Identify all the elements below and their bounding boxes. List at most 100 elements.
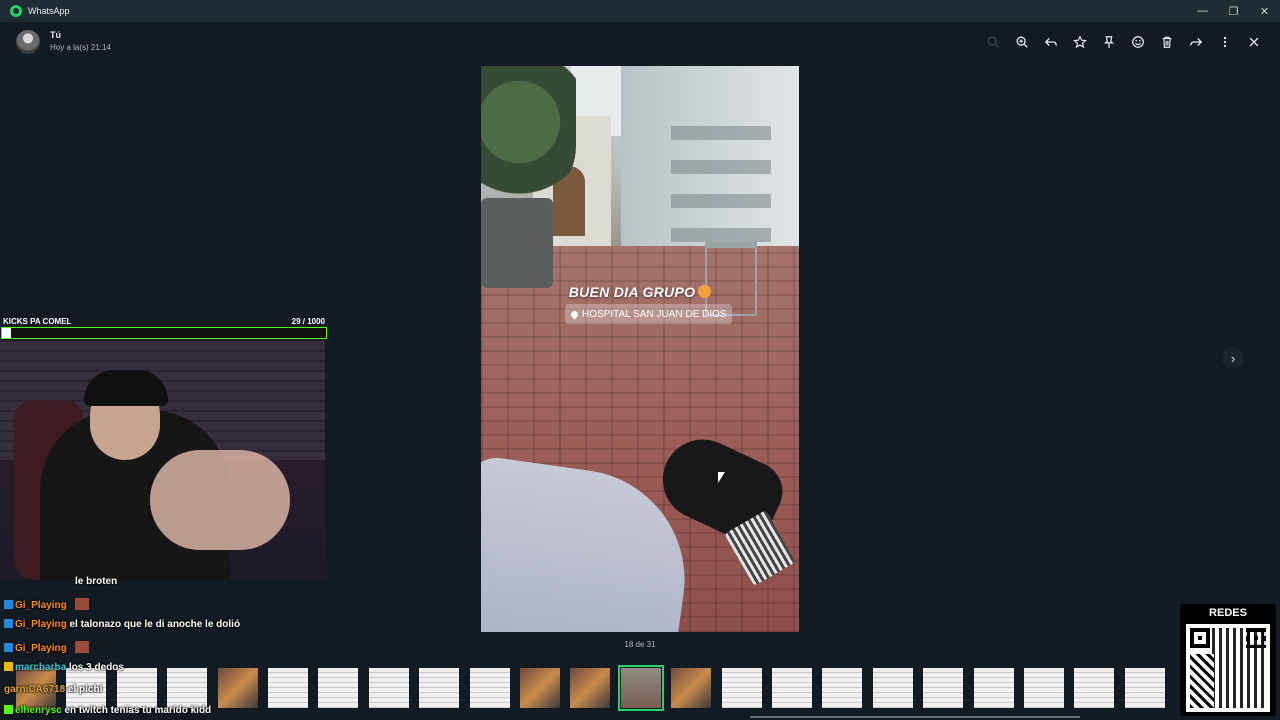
media-viewer-header: Tú Hoy a la(s) 21:14 — [0, 22, 1280, 62]
emoji-icon — [698, 285, 712, 298]
kicks-goal-count: 29 / 1000 — [291, 317, 325, 326]
location-label: HOSPITAL SAN JUAN DE DIOS — [582, 308, 727, 320]
sender-name: Tú — [50, 30, 61, 40]
whatsapp-logo-icon — [10, 5, 22, 17]
chevron-right-icon: › — [1230, 350, 1236, 366]
webcam-hands — [150, 450, 290, 550]
viewer-toolbar — [978, 32, 1268, 52]
chat-text: el talonazo que le di anoche le dolió — [69, 619, 241, 630]
close-icon — [1249, 37, 1258, 47]
chat-message: Gi_Playing — [4, 597, 90, 611]
media-thumbnail[interactable] — [1024, 668, 1064, 708]
forward-icon — [1189, 38, 1202, 46]
close-window-button[interactable]: ✕ — [1249, 0, 1280, 22]
chat-badge-icon — [4, 642, 13, 652]
location-sticker: HOSPITAL SAN JUAN DE DIOS — [565, 304, 733, 324]
story-caption-text: BUEN DIA GRUPO — [568, 284, 696, 300]
media-thumbnail[interactable] — [419, 668, 460, 708]
react-icon — [1131, 36, 1144, 48]
media-thumbnail[interactable] — [772, 668, 812, 708]
qr-modules — [1212, 628, 1266, 708]
zoom-in-button[interactable] — [1007, 32, 1036, 52]
chat-message: garniCA6718 el pichi — [4, 684, 102, 695]
chat-text: el pichi — [67, 683, 103, 695]
media-thumbnail[interactable] — [617, 665, 664, 711]
kicks-progress-fill — [2, 328, 12, 338]
close-viewer-button[interactable] — [1239, 32, 1268, 52]
window-titlebar: WhatsApp — ❐ ✕ — [0, 0, 1280, 22]
stream-chat: le broten Gi_Playing Gi_Playing el talona… — [0, 576, 330, 720]
media-thumbnail[interactable] — [570, 668, 611, 708]
message-timestamp: Hoy a la(s) 21:14 — [50, 43, 111, 52]
avatar[interactable] — [16, 30, 40, 54]
pin-button[interactable] — [1094, 32, 1123, 52]
chat-message: Gi_Playing el talonazo que le di anoche … — [4, 619, 240, 630]
media-thumbnail[interactable] — [973, 668, 1014, 708]
kicks-progress-bar — [1, 327, 327, 339]
media-counter: 18 de 31 — [624, 640, 656, 649]
window-title: WhatsApp — [28, 6, 70, 16]
menu-icon — [1223, 36, 1226, 48]
media-thumbnail[interactable] — [822, 668, 863, 708]
media-thumbnail[interactable] — [368, 668, 409, 708]
pin-icon — [1103, 36, 1114, 49]
media-thumbnail[interactable] — [520, 668, 560, 708]
reply-icon — [1044, 38, 1057, 46]
media-thumbnail[interactable] — [469, 668, 510, 708]
search-icon — [987, 36, 999, 48]
delete-icon — [1162, 36, 1171, 48]
story-caption: BUEN DIA GRUPO — [481, 284, 799, 300]
chat-username: Gi_Playing — [15, 599, 67, 611]
delete-button[interactable] — [1152, 32, 1181, 52]
star-button[interactable] — [1065, 32, 1094, 52]
chat-text: en twitch tenías tu marido kidd — [64, 705, 212, 716]
next-media-button[interactable]: › — [1222, 347, 1244, 369]
media-thumbnail[interactable] — [872, 668, 913, 708]
chat-message: le broten — [75, 576, 117, 587]
chat-text: los 3 dedos — [68, 662, 124, 673]
chat-username: elhenrysc — [15, 705, 62, 716]
reply-button[interactable] — [1036, 32, 1065, 52]
qr-title: REDES — [1209, 607, 1247, 619]
forward-button[interactable] — [1181, 32, 1210, 52]
minimize-icon: — — [1197, 5, 1208, 17]
minimize-button[interactable]: — — [1187, 0, 1218, 22]
chat-text: le broten — [75, 576, 118, 587]
restore-button[interactable]: ❐ — [1218, 0, 1249, 22]
photo-windows — [671, 106, 771, 256]
kicks-goal-header: KICKS PA COMEL 29 / 1000 — [0, 314, 328, 326]
chat-username: Gi_Playing — [15, 642, 67, 654]
chat-badge-icon — [4, 619, 13, 628]
chat-username: Gi_Playing — [15, 619, 67, 630]
restore-icon: ❐ — [1228, 5, 1239, 18]
star-icon — [1072, 35, 1087, 49]
zoom-in-icon — [1016, 36, 1028, 48]
chat-badge-icon — [4, 662, 13, 671]
webcam-cap — [84, 370, 168, 406]
chat-message: marcbarba los 3 dedos — [4, 662, 124, 673]
media-thumbnail[interactable] — [721, 668, 762, 708]
media-thumbnail[interactable] — [923, 668, 964, 708]
react-button[interactable] — [1123, 32, 1152, 52]
window-controls: — ❐ ✕ — [1187, 0, 1280, 22]
menu-button[interactable] — [1210, 32, 1239, 52]
photo-car — [481, 198, 553, 288]
kicks-goal-title: KICKS PA COMEL — [3, 317, 72, 326]
chat-badge-icon — [4, 599, 13, 609]
media-thumbnail[interactable] — [1124, 668, 1165, 708]
media-image[interactable]: BUEN DIA GRUPO HOSPITAL SAN JUAN DE DIOS — [481, 66, 799, 632]
media-thumbnail[interactable] — [671, 668, 712, 708]
mouse-cursor-icon — [718, 472, 725, 483]
chat-username: marcbarba — [15, 662, 67, 673]
media-thumbnail[interactable] — [1074, 668, 1115, 708]
close-icon: ✕ — [1259, 5, 1270, 18]
location-pin-icon — [569, 309, 580, 319]
chat-message: Gi_Playing — [4, 640, 90, 654]
chat-emote-icon — [75, 640, 90, 653]
qr-code — [1186, 624, 1270, 712]
redes-qr-panel: REDES — [1180, 604, 1276, 716]
qr-modules — [1190, 654, 1214, 708]
streamer-webcam — [0, 340, 325, 580]
qr-finder — [1190, 628, 1210, 648]
search-button[interactable] — [978, 32, 1007, 52]
